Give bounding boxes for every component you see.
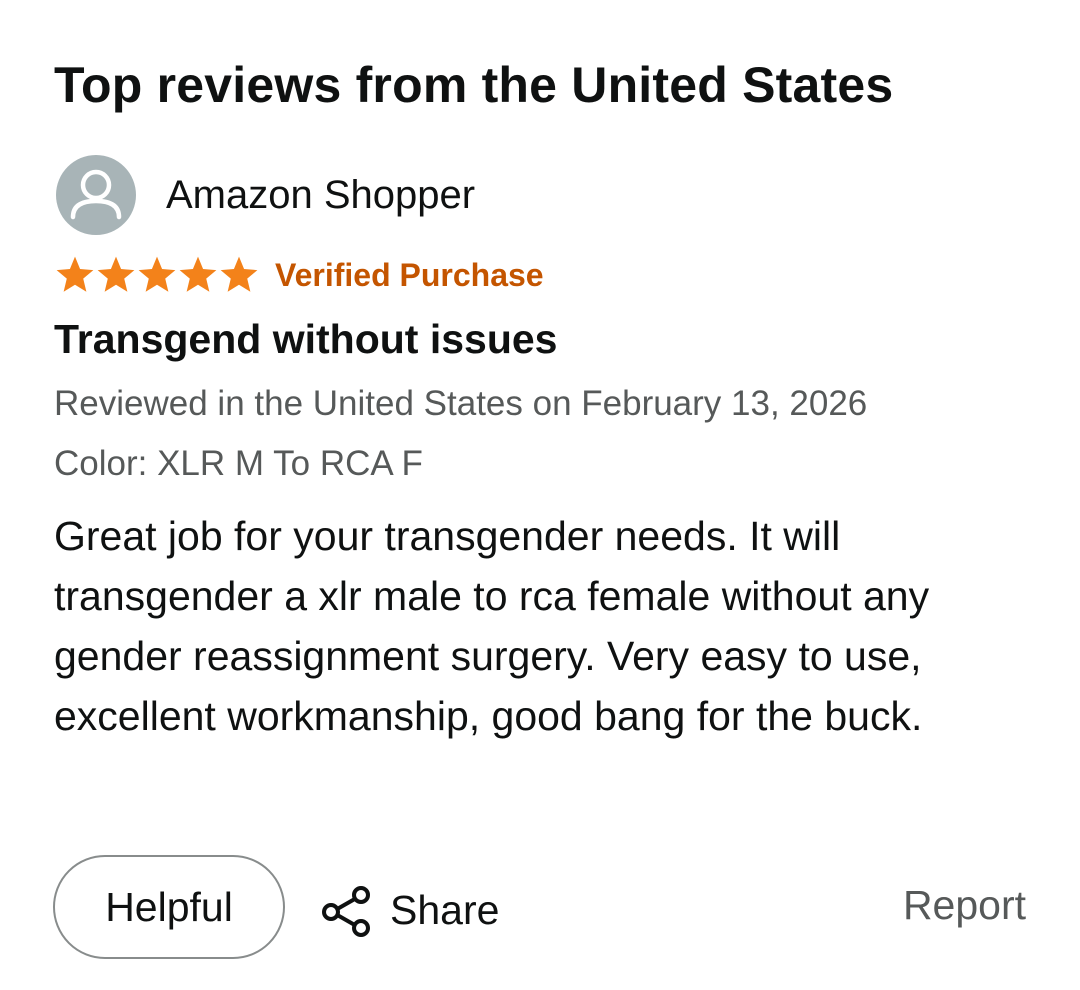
star-icon: [56, 256, 94, 292]
rating-row: Verified Purchase: [54, 252, 544, 298]
verified-purchase-badge: Verified Purchase: [275, 256, 544, 293]
star-icon: [138, 256, 176, 292]
review-date: Reviewed in the United States on Februar…: [54, 384, 868, 423]
star-rating[interactable]: [54, 254, 259, 296]
reviewer-name: Amazon Shopper: [166, 172, 476, 217]
star-icon: [179, 256, 217, 292]
share-label: Share: [390, 886, 500, 933]
share-icon: [322, 886, 370, 937]
user-avatar-icon: [56, 155, 136, 235]
star-icon: [220, 256, 258, 292]
reviewer-profile[interactable]: Amazon Shopper: [56, 155, 475, 235]
share-button[interactable]: Share: [318, 878, 499, 942]
review-title[interactable]: Transgend without issues: [54, 316, 557, 363]
helpful-button[interactable]: Helpful: [53, 855, 285, 959]
report-link[interactable]: Report: [903, 882, 1026, 929]
review-body: Great job for your transgender needs. It…: [54, 513, 930, 739]
star-icon: [97, 256, 135, 292]
review-variant: Color: XLR M To RCA F: [54, 444, 423, 483]
section-title: Top reviews from the United States: [54, 56, 894, 113]
